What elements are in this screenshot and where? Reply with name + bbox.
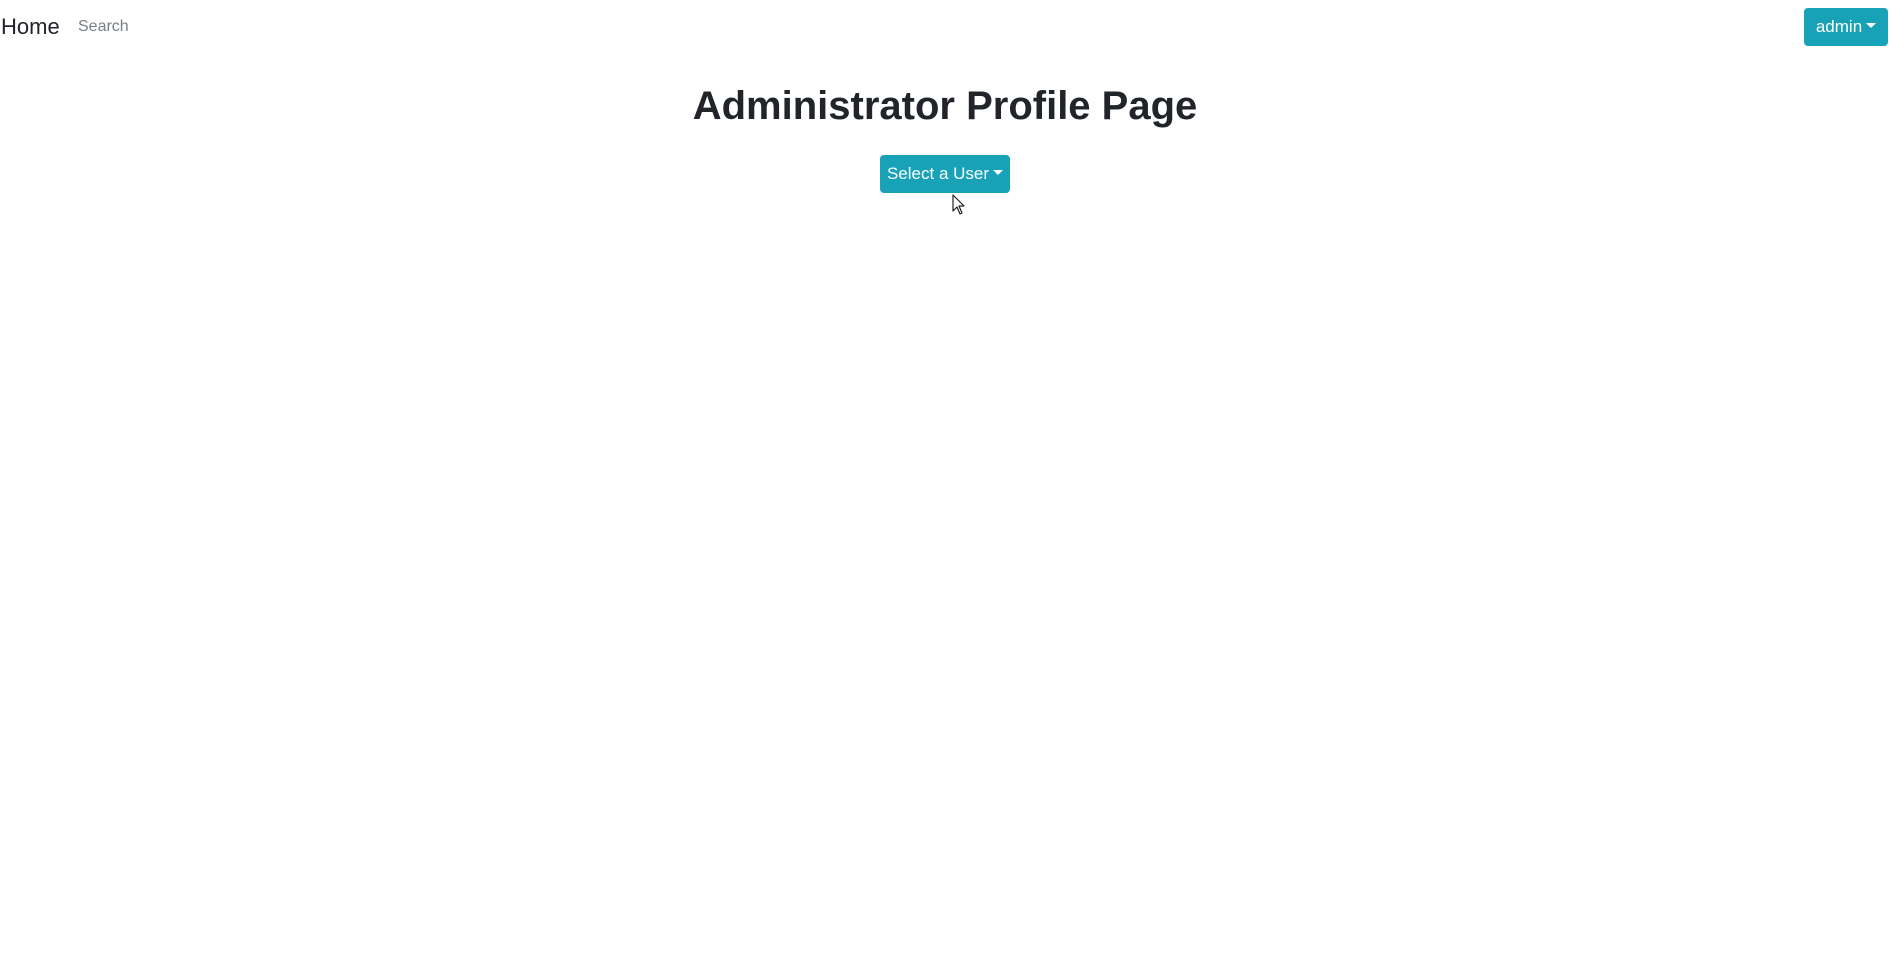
page-title: Administrator Profile Page	[692, 84, 1198, 128]
caret-down-icon	[1866, 22, 1877, 28]
user-menu-label: admin	[1815, 17, 1863, 36]
caret-down-icon	[993, 169, 1004, 175]
select-user-label: Select a User	[886, 164, 990, 183]
navbar: Home admin	[0, 0, 1890, 54]
user-menu-button[interactable]: admin	[1804, 8, 1888, 46]
search-input[interactable]	[70, 11, 330, 43]
select-user-dropdown-button[interactable]: Select a User	[880, 155, 1010, 193]
home-link[interactable]: Home	[1, 13, 60, 41]
mouse-pointer-icon	[952, 194, 965, 215]
